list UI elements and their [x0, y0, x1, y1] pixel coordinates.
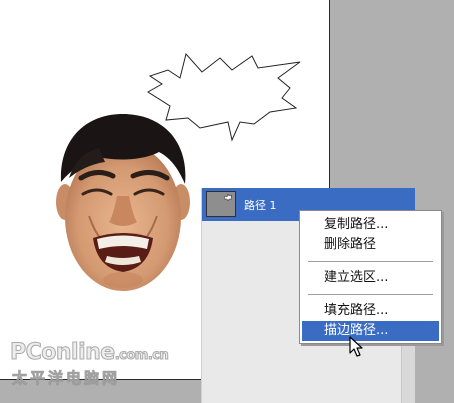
watermark-tagline: 太平洋电脑网: [12, 369, 121, 388]
menu-item-make-selection[interactable]: 建立选区...: [302, 268, 439, 288]
path-thumbnail: [206, 191, 236, 217]
mouse-pointer-icon: [349, 336, 363, 357]
watermark-brand: PConline.com.cn: [10, 340, 170, 366]
menu-item-duplicate-path[interactable]: 复制路径...: [302, 215, 439, 235]
menu-separator: [308, 294, 433, 295]
path-thumbnail-bubble-icon: [224, 194, 233, 201]
laughing-face-photo: [56, 114, 190, 291]
pconline-watermark: PConline.com.cn 太平洋电脑网: [10, 340, 200, 390]
path-name-label: 路径 1: [244, 199, 277, 212]
menu-separator: [308, 261, 433, 262]
path-context-menu: 复制路径... 删除路径 建立选区... 填充路径... 描边路径...: [299, 210, 442, 344]
menu-item-fill-path[interactable]: 填充路径...: [302, 301, 439, 321]
watermark-domain: .com.cn: [114, 348, 169, 364]
menu-item-delete-path[interactable]: 删除路径: [302, 235, 439, 255]
menu-item-stroke-path[interactable]: 描边路径...: [302, 321, 439, 341]
